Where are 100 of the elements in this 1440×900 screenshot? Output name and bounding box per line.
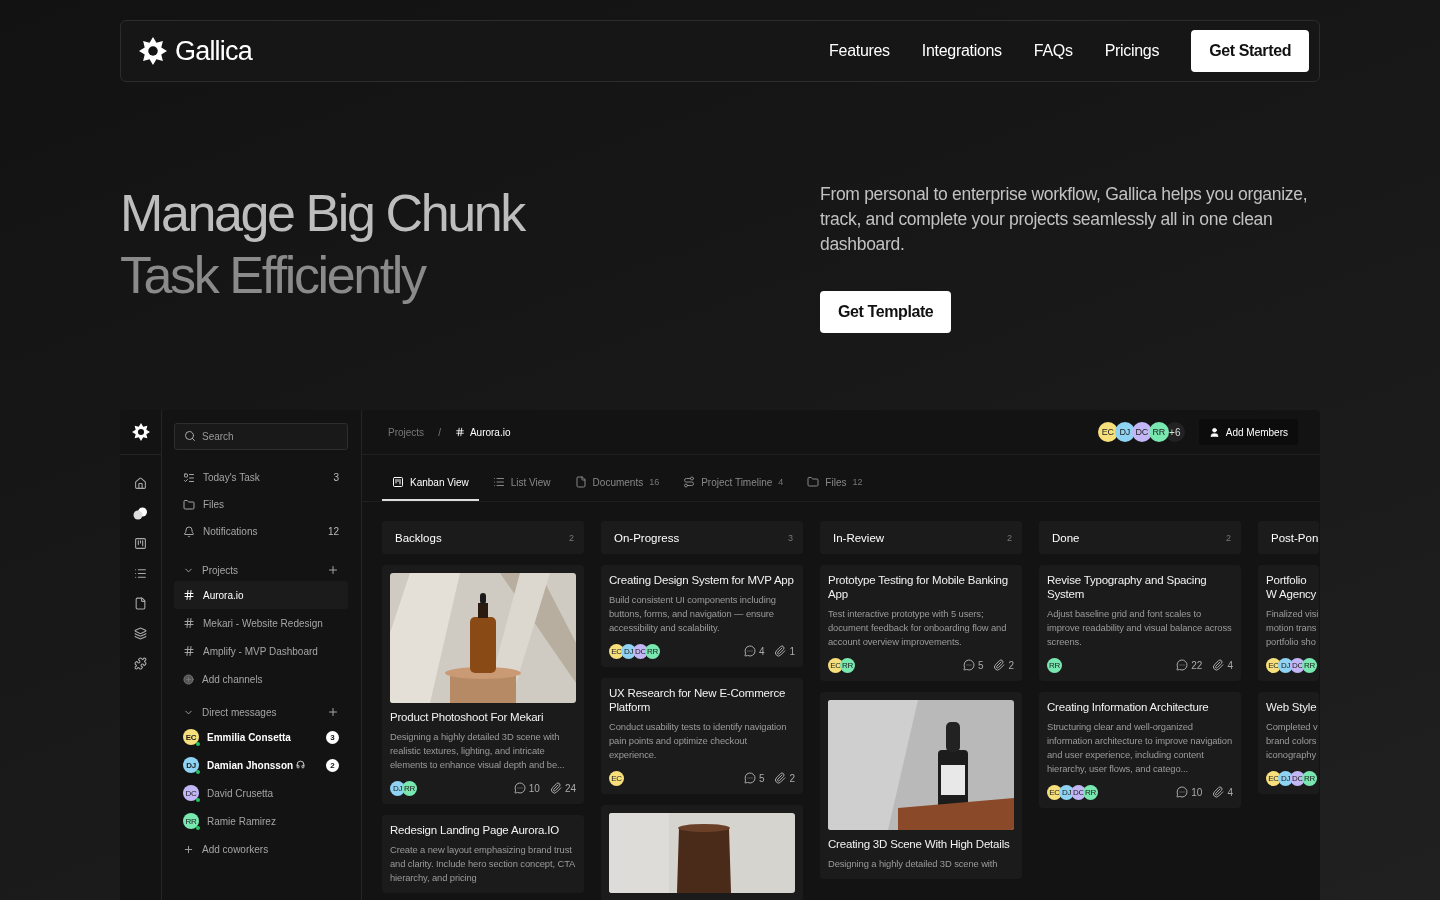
avatar: RR xyxy=(840,657,855,673)
add-members-button[interactable]: Add Members xyxy=(1198,419,1298,445)
list-icon[interactable] xyxy=(134,566,147,580)
avatar: DJ xyxy=(390,780,405,796)
avatar: EC xyxy=(609,643,624,659)
nav-link[interactable]: Features xyxy=(829,42,890,60)
document-icon xyxy=(574,476,587,488)
card-description: Adjust baseline grid and font scales to improve readability and visual balance across screens. xyxy=(1047,607,1233,649)
avatar: DJ xyxy=(621,643,636,659)
task-card[interactable] xyxy=(601,805,803,900)
logo-icon xyxy=(131,423,150,441)
card-title: Creating Design System for MVP App xyxy=(609,573,795,587)
paperclip-icon xyxy=(774,772,787,784)
avatar: RR xyxy=(1302,657,1317,673)
project-item[interactable]: Amplify - MVP Dashboard xyxy=(174,637,348,665)
hash-icon xyxy=(183,645,195,657)
avatar: RR xyxy=(1083,784,1098,800)
attachment-count: 1 xyxy=(789,645,795,657)
avatar: RR xyxy=(1047,657,1062,673)
layers-icon[interactable] xyxy=(134,626,147,640)
task-card[interactable]: Creating Design System for MVP App Build consistent UI components including buttons, forms, and navigation — ensure accessibility and scalability. EC DJ DCRR 4 1 xyxy=(601,565,803,667)
contact-item[interactable]: EC Emmilia Consetta 3 xyxy=(174,723,348,751)
view-tab[interactable]: Kanban View xyxy=(382,465,479,501)
get-template-button[interactable]: Get Template xyxy=(820,291,952,333)
search-field[interactable]: Search xyxy=(174,423,348,450)
view-tab[interactable]: Files 12 xyxy=(797,465,873,501)
card-description: Conduct usability tests to identify navigation pain points and optimize checkout experience. xyxy=(609,720,788,762)
view-tab[interactable]: List View xyxy=(482,465,561,501)
card-title: Prototype Testing for Mobile Banking App xyxy=(828,573,1009,601)
card-title: UX Research for New E-Commerce Platform xyxy=(609,686,787,714)
logo-icon xyxy=(139,37,167,65)
column-header: Backlogs 2 xyxy=(382,521,584,554)
add-icon[interactable] xyxy=(327,564,339,576)
view-tab[interactable]: Project Timeline 4 xyxy=(673,465,794,501)
card-description: Structuring clear and well-organized information architecture to improve navigation and user experience, including content hierarchy, user flows, and catego... xyxy=(1047,720,1233,776)
contact-item[interactable]: DJ Damian Jhonsson 2 xyxy=(174,751,348,779)
task-card[interactable]: Prototype Testing for Mobile Banking App Test interactive prototype with 5 users; document feedback for onboarding flow and account overview improvements. ECRR 5 2 xyxy=(820,565,1022,681)
folder-icon xyxy=(183,498,195,511)
add-coworkers-item[interactable]: Add coworkers xyxy=(174,835,348,863)
projects-header[interactable]: Projects xyxy=(174,559,348,581)
comment-icon xyxy=(962,659,975,671)
contact-item[interactable]: DC David Crusetta xyxy=(174,779,348,807)
avatar: RR xyxy=(402,780,417,796)
avatar: DJ xyxy=(1278,770,1293,786)
card-title: Creating 3D Scene With High Details xyxy=(828,837,1011,851)
avatar: DJ xyxy=(183,757,199,773)
task-card[interactable]: Product Photoshoot For Mekari Designing a highly detailed 3D scene with realistic textures, lighting, and intricate elements to enhance visual depth and be... DJ RR 10 24 xyxy=(382,565,584,804)
avatar: DC xyxy=(1131,422,1152,442)
column-header: In-Review 2 xyxy=(820,521,1022,554)
shapes-icon[interactable] xyxy=(133,506,148,520)
task-card[interactable]: UX Research for New E-Commerce Platform Conduct usability tests to identify navigation pain points and optimize checkout experience. EC 5 2 xyxy=(601,678,803,794)
attachment-count: 4 xyxy=(1227,786,1233,798)
avatar: EC xyxy=(183,729,199,745)
card-description: Finalized visi motion trans portfolio sho xyxy=(1266,607,1319,649)
comment-count: 22 xyxy=(1191,659,1203,671)
sidebar-item[interactable]: Today's Task 3 xyxy=(174,464,348,491)
brand-name: Gallica xyxy=(175,35,252,67)
comment-icon xyxy=(743,772,756,784)
paperclip-icon xyxy=(993,659,1006,671)
puzzle-icon[interactable] xyxy=(134,656,147,670)
task-card[interactable]: Redesign Landing Page Aurora.IO Create a new layout emphasizing brand trust and clarity. Include hero section concept, CTA hierarchy, and pricing xyxy=(382,815,584,893)
contact-item[interactable]: RR Ramie Ramirez xyxy=(174,807,348,835)
comment-icon xyxy=(1176,786,1189,798)
card-title: Revise Typography and Spacing System xyxy=(1047,573,1208,601)
task-card[interactable]: Web Style Completed v brand colors iconography EC DJ DCRR xyxy=(1258,692,1319,794)
unread-badge: 3 xyxy=(326,730,339,744)
hash-icon xyxy=(183,617,195,629)
checklist-icon xyxy=(183,471,195,484)
direct-messages-header[interactable]: Direct messages xyxy=(174,701,348,723)
card-title: Web Style xyxy=(1266,700,1318,714)
task-card[interactable]: Creating 3D Scene With High Details Designing a highly detailed 3D scene with xyxy=(820,692,1022,879)
view-tab[interactable]: Documents 16 xyxy=(564,465,670,501)
breadcrumb-link[interactable]: Projects xyxy=(388,426,425,438)
card-title: Product Photoshoot For Mekari xyxy=(390,710,545,724)
add-channels-item[interactable]: Add channels xyxy=(174,665,348,693)
project-item[interactable]: Aurora.io xyxy=(174,581,348,609)
task-card[interactable] xyxy=(1039,692,1241,808)
nav-link[interactable]: FAQs xyxy=(1033,42,1073,60)
task-card[interactable]: Portfolio W Agency Finalized visi motion trans portfolio sho EC DJ DCRR xyxy=(1258,565,1319,681)
card-title: Portfolio W Agency xyxy=(1266,573,1318,601)
avatar: RR xyxy=(1302,770,1317,786)
headphones-icon xyxy=(296,759,306,769)
home-icon[interactable] xyxy=(134,476,147,490)
column-header: On-Progress 3 xyxy=(601,521,803,554)
nav-link[interactable]: Integrations xyxy=(921,42,1002,60)
project-item[interactable]: Mekari - Website Redesign xyxy=(174,609,348,637)
card-description: Test interactive prototype with 5 users; document feedback for onboarding flow and account overview improvements. xyxy=(828,607,1008,649)
get-started-button[interactable]: Get Started xyxy=(1191,30,1309,72)
add-icon xyxy=(183,673,194,685)
column-header: Done 2 xyxy=(1039,521,1241,554)
comment-icon xyxy=(513,782,526,794)
sidebar-item[interactable]: Notifications 12 xyxy=(174,518,348,545)
card-description: Build consistent UI components including buttons, forms, and navigation — ensure accessibility and scalability. xyxy=(609,593,777,635)
nav-link[interactable]: Pricings xyxy=(1104,42,1160,60)
add-icon[interactable] xyxy=(327,706,339,718)
task-card[interactable]: Revise Typography and Spacing System Adjust baseline grid and font scales to improve readability and visual balance across screens. RR 22 4 xyxy=(1039,565,1241,681)
sidebar-item[interactable]: Files xyxy=(174,491,348,518)
kanban-icon[interactable] xyxy=(134,536,147,550)
file-icon[interactable] xyxy=(134,596,147,610)
comment-count: 5 xyxy=(758,772,765,784)
